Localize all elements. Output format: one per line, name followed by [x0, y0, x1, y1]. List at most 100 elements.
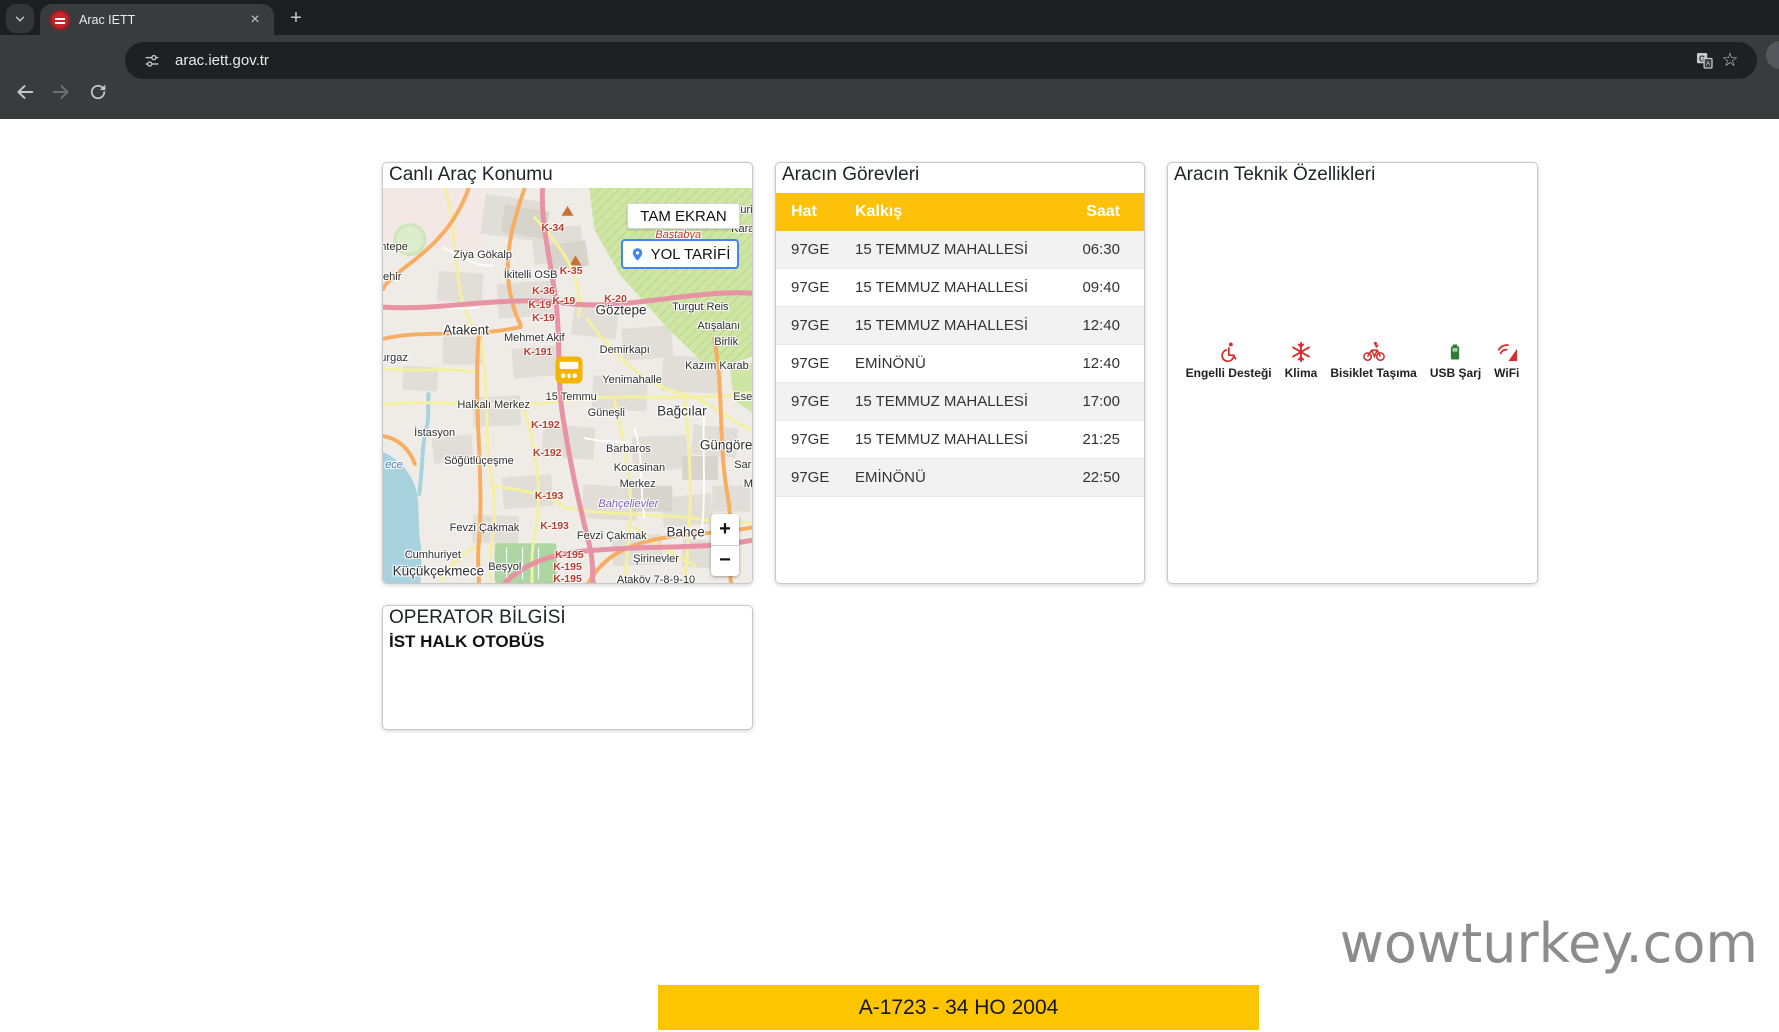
tasks-panel-title: Aracın Görevleri: [776, 163, 1144, 189]
features-row: Engelli Desteği Klima: [1168, 341, 1537, 380]
cell-kalkis: 15 TEMMUZ MAHALLESİ: [855, 383, 1042, 421]
cell-saat: 21:25: [1042, 421, 1144, 459]
cell-kalkis: 15 TEMMUZ MAHALLESİ: [855, 231, 1042, 269]
translate-icon: G A: [1695, 51, 1714, 70]
cell-kalkis: EMİNÖNÜ: [855, 345, 1042, 383]
road-label: K-195: [553, 561, 582, 573]
road-label: K-192: [533, 447, 562, 459]
map-panel-title: Canlı Araç Konumu: [383, 163, 752, 189]
road-label: K-193: [535, 490, 564, 502]
bus-marker-icon[interactable]: [556, 356, 583, 383]
road-label: K-34: [541, 222, 564, 234]
column-header-kalkis: Kalkış: [855, 193, 1042, 231]
fullscreen-button[interactable]: TAM EKRAN: [627, 203, 740, 229]
road-label: K-195: [555, 549, 584, 561]
cell-hat: 97GE: [776, 383, 855, 421]
browser-toolbar: arac.iett.gov.tr G A ☆: [0, 35, 1779, 119]
zoom-in-button[interactable]: +: [711, 514, 739, 546]
technical-features-panel: Aracın Teknik Özellikleri Engelli Desteğ…: [1167, 162, 1538, 584]
road-label: K-19: [532, 312, 555, 324]
address-bar[interactable]: arac.iett.gov.tr G A ☆: [125, 42, 1757, 79]
feature-wifi: WiFi: [1494, 341, 1519, 380]
column-header-saat: Saat: [1042, 193, 1144, 231]
column-header-hat: Hat: [776, 193, 855, 231]
tasks-table-header-row: Hat Kalkış Saat: [776, 193, 1144, 231]
cell-saat: 22:50: [1042, 459, 1144, 497]
features-panel-title: Aracın Teknik Özellikleri: [1168, 163, 1537, 189]
road-label: K-195: [553, 573, 582, 583]
iett-favicon: [50, 10, 70, 30]
road-label: K-19: [528, 299, 551, 311]
live-location-panel: Canlı Araç Konumu: [382, 162, 753, 584]
operator-panel-title: OPERATOR BİLGİSİ: [383, 606, 752, 632]
refresh-icon: [88, 82, 108, 102]
feature-air-conditioning: Klima: [1285, 341, 1318, 380]
new-tab-button[interactable]: +: [284, 7, 308, 31]
chevron-down-icon: [13, 12, 27, 26]
cell-kalkis: EMİNÖNÜ: [855, 459, 1042, 497]
battery-icon: [1446, 341, 1464, 363]
fullscreen-button-label: TAM EKRAN: [640, 208, 726, 225]
cell-hat: 97GE: [776, 421, 855, 459]
feature-accessibility: Engelli Desteği: [1186, 341, 1272, 380]
feature-label: WiFi: [1494, 366, 1519, 380]
back-arrow-icon: [14, 81, 36, 103]
table-row: 97GE15 TEMMUZ MAHALLESİ12:40: [776, 307, 1144, 345]
forward-button[interactable]: [48, 79, 74, 105]
operator-name: İST HALK OTOBÜS: [383, 632, 752, 652]
browser-tab-strip: Arac IETT × +: [0, 0, 1779, 35]
close-tab-button[interactable]: ×: [246, 11, 264, 29]
directions-button-label: YOL TARİFİ: [651, 246, 731, 263]
cell-kalkis: 15 TEMMUZ MAHALLESİ: [855, 421, 1042, 459]
table-row: 97GE15 TEMMUZ MAHALLESİ17:00: [776, 383, 1144, 421]
feature-usb-charge: USB Şarj: [1430, 341, 1481, 380]
map-zoom-control: + −: [711, 514, 739, 576]
watermark: wowturkey.com: [1340, 912, 1758, 975]
cell-hat: 97GE: [776, 459, 855, 497]
cell-saat: 12:40: [1042, 345, 1144, 383]
tab-title: Arac IETT: [79, 13, 246, 27]
cell-saat: 09:40: [1042, 269, 1144, 307]
table-row: 97GEEMİNÖNÜ12:40: [776, 345, 1144, 383]
cell-saat: 12:40: [1042, 307, 1144, 345]
cell-saat: 06:30: [1042, 231, 1144, 269]
site-settings-button[interactable]: [139, 48, 165, 74]
road-label: K-35: [560, 265, 583, 277]
map[interactable]: ntepeehirZiya Gökalpİkitelli OSBBaştabya…: [383, 188, 752, 583]
refresh-button[interactable]: [85, 79, 111, 105]
wifi-signal-icon: [1496, 341, 1518, 363]
zoom-out-button[interactable]: −: [711, 546, 739, 577]
vehicle-id-bar: A-1723 - 34 HO 2004: [658, 985, 1259, 1030]
table-row: 97GE15 TEMMUZ MAHALLESİ09:40: [776, 269, 1144, 307]
bookmark-star-icon[interactable]: ☆: [1717, 48, 1743, 74]
url-text[interactable]: arac.iett.gov.tr: [175, 52, 1691, 69]
road-label: K-191: [524, 346, 553, 358]
cell-saat: 17:00: [1042, 383, 1144, 421]
feature-bicycle-carry: Bisiklet Taşıma: [1330, 341, 1416, 380]
translate-button[interactable]: G A: [1691, 48, 1717, 74]
bicycle-icon: [1362, 341, 1386, 363]
road-label: K-192: [531, 419, 560, 431]
table-row: 97GE15 TEMMUZ MAHALLESİ06:30: [776, 231, 1144, 269]
cell-kalkis: 15 TEMMUZ MAHALLESİ: [855, 307, 1042, 345]
cell-kalkis: 15 TEMMUZ MAHALLESİ: [855, 269, 1042, 307]
tasks-table: Hat Kalkış Saat 97GE15 TEMMUZ MAHALLESİ0…: [776, 193, 1144, 497]
table-row: 97GEEMİNÖNÜ22:50: [776, 459, 1144, 497]
tab-search-button[interactable]: [6, 4, 34, 33]
feature-label: USB Şarj: [1430, 366, 1481, 380]
directions-button[interactable]: YOL TARİFİ: [621, 239, 739, 269]
forward-arrow-icon: [50, 81, 72, 103]
feature-label: Engelli Desteği: [1186, 366, 1272, 380]
back-button[interactable]: [12, 79, 38, 105]
feature-label: Bisiklet Taşıma: [1330, 366, 1416, 380]
road-label: K-19: [552, 295, 575, 307]
cell-hat: 97GE: [776, 307, 855, 345]
operator-info-panel: OPERATOR BİLGİSİ İST HALK OTOBÜS: [382, 605, 753, 730]
site-settings-icon: [143, 52, 161, 70]
browser-tab[interactable]: Arac IETT ×: [40, 4, 274, 35]
location-pin-icon: [630, 247, 645, 262]
svg-text:A: A: [1705, 61, 1710, 68]
page-content: Canlı Araç Konumu: [0, 119, 1779, 1032]
feature-label: Klima: [1285, 366, 1318, 380]
road-label: K-193: [540, 520, 569, 532]
